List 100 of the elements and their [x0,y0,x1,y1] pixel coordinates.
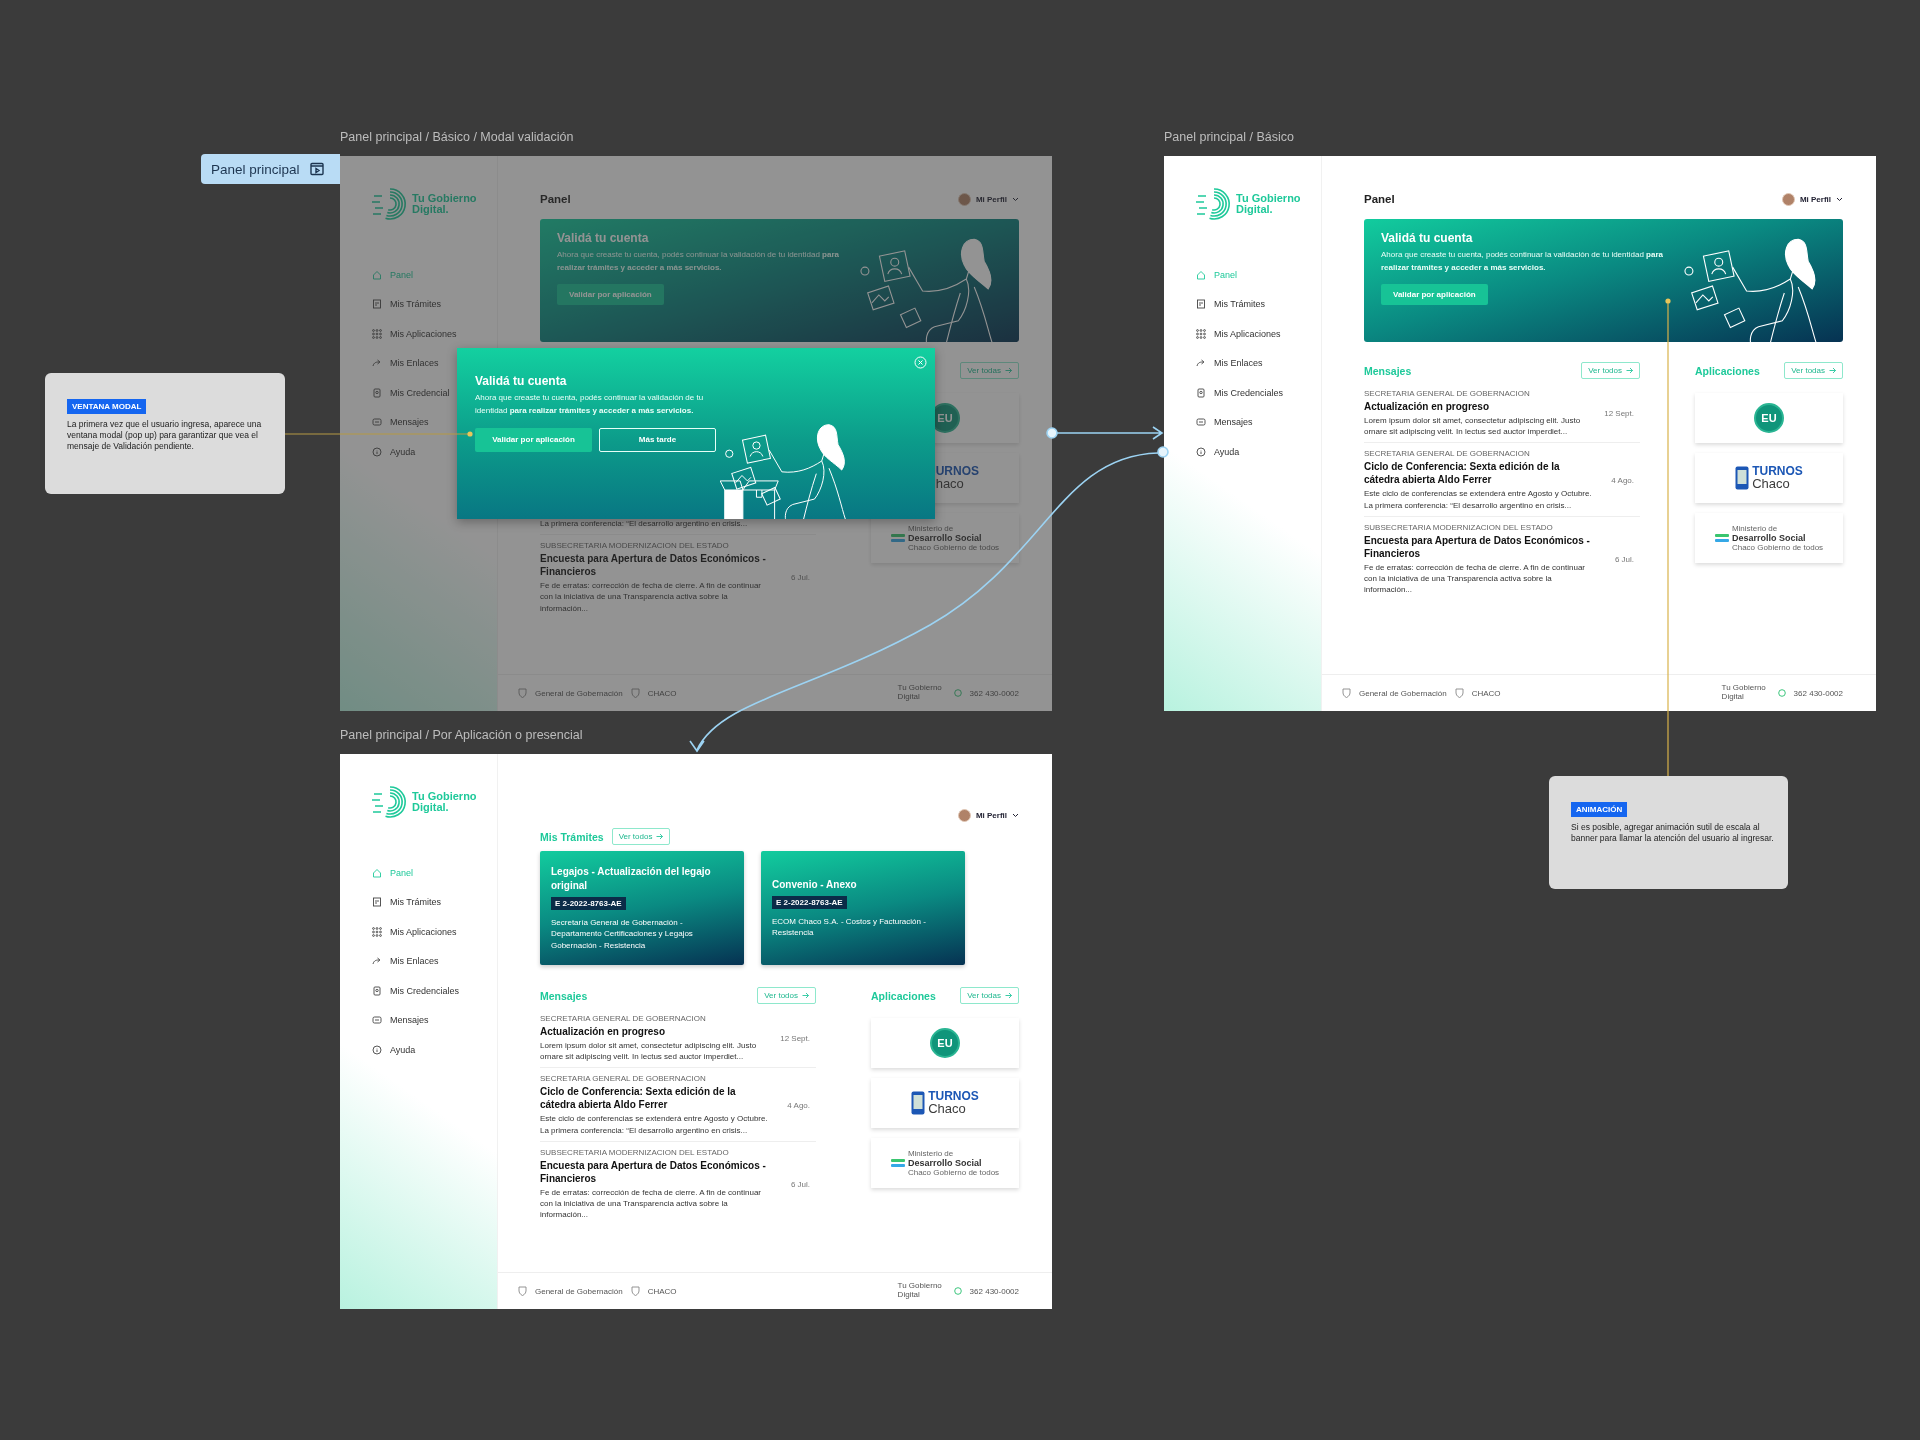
validate-button[interactable]: Validar por aplicación [1381,283,1488,305]
message-title: Encuesta para Apertura de Datos Económicos - Financieros [1364,533,1591,560]
procedure-card[interactable]: Convenio - Anexo E 2-2022-8763-AE ECOM Chaco S.A. - Costos y Facturación - Resistencia [761,851,965,965]
profile-menu[interactable]: Mi Perfil [957,808,1019,822]
message-title: Encuesta para Apertura de Datos Económicos - Financieros [540,1158,767,1185]
procedure-code: E 2-2022-8763-AE [772,896,847,910]
footer-text: CHACO [647,688,677,698]
phone-number: 362 430-0002 [969,688,1019,698]
banner-title: Validá tu cuenta [557,231,649,245]
app-logo-text: TURNOS [1752,466,1803,478]
footer-text: General de Gobernación [535,1286,623,1296]
chevron-down-icon [1836,196,1843,202]
app-logo-text: Chaco [1752,477,1791,490]
page-title: Panel [540,193,571,205]
frame-label: Panel principal / Por Aplicación o presencial [340,728,583,742]
nav-item[interactable]: Ayuda [1196,437,1321,467]
footer-brand: Tu Gobierno Digital [1721,684,1767,702]
footer-text: CHACO [647,1286,677,1296]
app-card[interactable]: Ministerio de Desarrollo Social Chaco Gobierno de todos [871,1138,1019,1188]
app-logo-text: Chaco [928,1102,967,1115]
tag-label: Panel principal [211,161,300,177]
nav-item[interactable]: Mis Credenciales [372,976,497,1006]
message-date: 6 Jul. [789,1179,811,1189]
grid-icon [372,328,382,339]
shield-icon [518,1286,527,1296]
procedure-text: ECOM Chaco S.A. - Costos y Facturación - Resistencia [772,916,927,939]
banner-text: Ahora que creaste tu cuenta, podés continuar la validación de tu identidad para realizar trámites y acceder a más servicios. [557,249,840,274]
app-card[interactable]: EU [871,1018,1019,1068]
app-logo-text: Chaco Gobierno de todos [1731,543,1824,552]
nav-item[interactable]: Mis Aplicaciones [1196,319,1321,349]
message-text: La primera conferencia: “El desarrollo argentino en crisis... [540,518,748,530]
phone-chat-icon [953,1287,962,1295]
frame-label: Panel principal / Básico / Modal validación [340,130,574,144]
validate-button[interactable]: Validar por aplicación [475,427,592,452]
procedure-card[interactable]: Legajos - Actualización del legajo original E 2-2022-8763-AE Secretaría General de Gobernación - Departamento Certificaciones y Legajos Gobernación - Resistencia [540,851,744,965]
profile-menu[interactable]: Mi Perfil [1781,192,1843,206]
message-text: Este ciclo de conferencias se extenderá entre Agosto y Octubre. La primera conferencia: “El desarrollo argentino en crisis... [1364,488,1593,511]
section-heading: Mis Trámites [540,830,604,843]
nav-item[interactable]: Mis Credenciales [1196,378,1321,408]
arrow-right-icon [1005,367,1012,374]
section-heading: Aplicaciones [1695,364,1760,377]
nav-item[interactable]: Mis Aplicaciones [372,319,497,349]
app-card[interactable]: Ministerio de Desarrollo Social Chaco Gobierno de todos [1695,513,1843,563]
message-date: 12 Sept. [1603,408,1635,418]
section-heading: Aplicaciones [871,989,936,1002]
nav-item[interactable]: Mensajes [1196,407,1321,437]
message-text: Lorem ipsum dolor sit amet, consectetur adipiscing elit. Justo ornare sit adipiscing velit. In lectus sed auctor imperdiet... [540,1040,758,1063]
message-text: Fe de erratas: corrección de fecha de cierre. A fin de continuar con la iniciativa de una Transparencia activa sobre la información... [540,580,762,614]
share-icon [1196,358,1206,369]
message-title: Ciclo de Conferencia: Sexta edición de la cátedra abierta Aldo Ferrer [540,1085,737,1112]
logo-icon [372,784,408,820]
badge-icon [1196,387,1206,398]
app-card[interactable]: TURNOS Chaco [871,1078,1019,1128]
close-button[interactable] [914,356,927,369]
see-all-button[interactable]: Ver todos [1581,362,1640,379]
procedure-code: E 2-2022-8763-AE [551,897,626,911]
profile-menu[interactable]: Mi Perfil [957,192,1019,206]
frame-tag[interactable]: Panel principal [201,154,340,184]
app-card[interactable]: EU [1695,393,1843,443]
app-card[interactable]: Ministerio de Desarrollo Social Chaco Gobierno de todos [871,513,1019,563]
app-card[interactable]: TURNOS Chaco [1695,453,1843,503]
message-sender: SECRETARIA GENERAL DE GOBERNACION [1364,389,1531,398]
app-logo-text: haco [935,477,965,490]
chat-icon [1196,417,1206,428]
stripes-icon [1714,533,1729,543]
arrow-right-icon [656,833,664,840]
message-text: Fe de erratas: corrección de fecha de cierre. A fin de continuar con la iniciativa de una Transparencia activa sobre la información... [1364,561,1586,596]
see-all-button[interactable]: Ver todas [960,987,1019,1004]
message-title: Ciclo de Conferencia: Sexta edición de la cátedra abierta Aldo Ferrer [1364,460,1561,487]
nav-item[interactable]: Mis Trámites [1196,289,1321,319]
nav-item[interactable]: Mis Aplicaciones [372,917,497,947]
app-logo: EU [930,1028,960,1058]
procedure-title: Legajos - Actualización del legajo original [551,865,712,893]
nav-item[interactable]: Mis Enlaces [372,946,497,976]
brand-name: Tu Gobierno Digital. [412,193,477,215]
arrow-right-icon [802,992,809,999]
app-logo-text: Ministerio de [907,1149,955,1158]
grid-icon [1196,328,1206,339]
see-all-button[interactable]: Ver todos [757,987,816,1004]
nav-item[interactable]: Mis Trámites [372,289,497,319]
message-title: Encuesta para Apertura de Datos Económicos - Financieros [540,552,767,579]
procedure-title: Convenio - Anexo [772,877,857,892]
nav-item[interactable]: Mis Trámites [372,887,497,917]
chat-icon [372,1015,382,1026]
chevron-down-icon [1012,196,1019,202]
note-badge: ANIMACIÓN [1571,802,1628,817]
phone-chat-icon [953,689,962,697]
stripes-icon [890,533,905,543]
app-logo-text: Desarrollo Social [907,1158,983,1168]
nav-item[interactable]: Ayuda [372,1035,497,1065]
see-all-button[interactable]: Ver todos [611,828,671,845]
app-logo-text: Desarrollo Social [907,533,983,543]
phone-chat-icon [1777,689,1786,697]
message-title: Actualización en progreso [1364,400,1491,413]
nav-item[interactable]: Mis Enlaces [1196,348,1321,378]
grid-icon [372,926,382,937]
see-all-button[interactable]: Ver todas [1784,362,1843,379]
later-button[interactable]: Más tarde [599,427,716,452]
nav-item[interactable]: Mensajes [372,1005,497,1035]
app-logo: EU [1754,403,1784,433]
